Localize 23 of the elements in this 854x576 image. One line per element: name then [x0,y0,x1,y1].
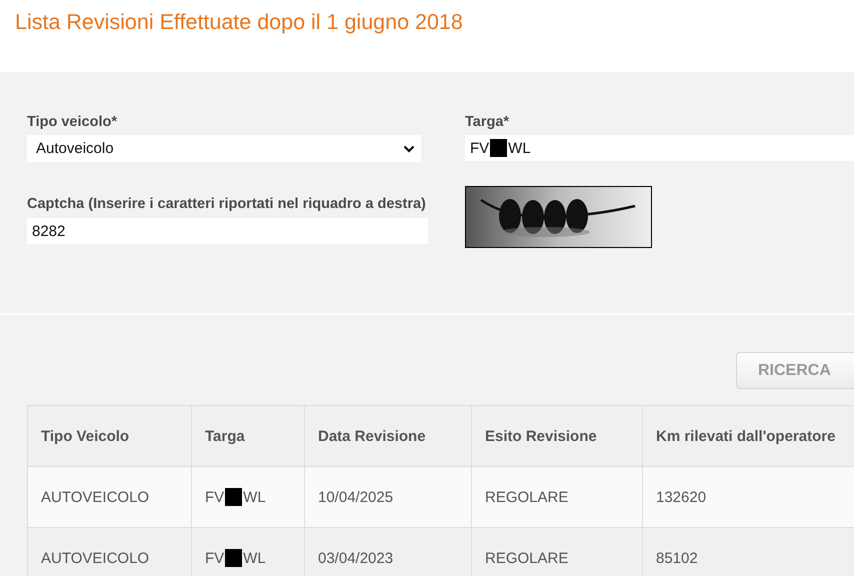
table-cell: 03/04/2023 [304,528,472,576]
column-header: Targa [192,406,304,466]
column-header: Km rilevati dall'operatore [642,406,854,466]
column-header: Tipo Veicolo [28,406,192,466]
page-title: Lista Revisioni Effettuate dopo il 1 giugno 2018 [15,10,463,35]
table-cell: 85102 [642,528,854,576]
field-label: Tipo veicolo* [27,114,117,130]
chevron-down-icon [403,144,415,152]
field-label: Targa* [465,114,510,130]
table-cell: FV WL [205,549,266,567]
table-cell: REGOLARE [472,466,642,528]
table-cell: REGOLARE [472,528,642,576]
column-header: Data Revisione [304,406,472,466]
table-cell: 10/04/2025 [304,466,472,528]
table-cell: AUTOVEICOLO [28,466,192,528]
captcha-input[interactable]: 8282 [27,218,428,244]
plate-input[interactable]: FV WL [465,135,854,161]
column-header: Esito Revisione [472,406,642,466]
table-cell: FV WL [205,488,266,506]
table-cell: 132620 [642,466,854,528]
vehicle-type-select[interactable]: Autoveicolo [27,135,421,162]
field-label: Captcha (Inserire i caratteri riportati nel riquadro a destra) [27,195,427,214]
table-cell: AUTOVEICOLO [28,528,192,576]
